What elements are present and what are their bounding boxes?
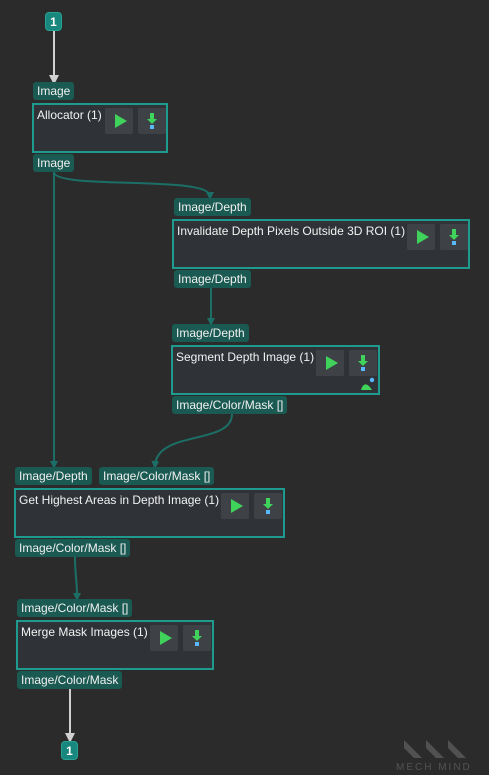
graph-output-badge[interactable]: 1 [61, 741, 78, 760]
mech-mind-watermark: MECH MIND [396, 738, 486, 774]
merge-run-button[interactable] [150, 625, 178, 651]
run-icon [325, 356, 338, 370]
segment-output-port[interactable]: Image/Color/Mask [] [172, 396, 288, 414]
merge-output-port[interactable]: Image/Color/Mask [17, 671, 123, 689]
wire-segment-to-highest [151, 413, 233, 469]
invalidate-input-port[interactable]: Image/Depth [174, 198, 251, 216]
invalidate-output-port[interactable]: Image/Depth [174, 270, 251, 288]
run-icon [159, 631, 172, 645]
mech-mind-logo-icon [404, 740, 466, 758]
segment-node-title: Segment Depth Image (1) [176, 350, 315, 364]
run-icon [114, 114, 127, 128]
segment-input-port[interactable]: Image/Depth [172, 324, 249, 342]
run-icon [416, 230, 429, 244]
highest-areas-node[interactable]: Get Highest Areas in Depth Image (1) [14, 488, 285, 538]
allocator-node[interactable]: Allocator (1) [32, 103, 168, 153]
highest-run-button[interactable] [221, 493, 249, 519]
merge-node-title: Merge Mask Images (1) [21, 625, 148, 639]
watermark-text: MECH MIND [396, 762, 472, 773]
graph-input-badge[interactable]: 1 [45, 12, 62, 31]
highest-output-port[interactable]: Image/Color/Mask [] [15, 539, 131, 557]
download-icon [263, 498, 273, 514]
run-icon [230, 499, 243, 513]
wire-highest-to-merge [72, 556, 81, 601]
highest-input-port-depth[interactable]: Image/Depth [15, 467, 92, 485]
allocator-download-button[interactable] [138, 108, 166, 134]
merge-mask-node[interactable]: Merge Mask Images (1) [16, 620, 214, 670]
segment-depth-node[interactable]: Segment Depth Image (1) [171, 345, 380, 395]
download-icon [147, 113, 157, 129]
invalidate-download-button[interactable] [440, 224, 468, 250]
allocator-node-title: Allocator (1) [37, 108, 102, 122]
download-icon [358, 355, 368, 371]
highest-download-button[interactable] [254, 493, 282, 519]
allocator-run-button[interactable] [105, 108, 133, 134]
highest-input-port-mask[interactable]: Image/Color/Mask [] [99, 467, 215, 485]
merge-input-port[interactable]: Image/Color/Mask [] [17, 599, 133, 617]
download-icon [192, 630, 202, 646]
wire-allocator-to-invalidate [53, 171, 214, 200]
invalidate-depth-node[interactable]: Invalidate Depth Pixels Outside 3D ROI (… [172, 219, 470, 269]
allocator-output-port[interactable]: Image [33, 154, 75, 172]
segment-run-button[interactable] [316, 350, 344, 376]
merge-download-button[interactable] [183, 625, 211, 651]
segment-corner-icon [361, 377, 375, 390]
invalidate-node-title: Invalidate Depth Pixels Outside 3D ROI (… [177, 224, 406, 238]
invalidate-run-button[interactable] [407, 224, 435, 250]
download-icon [449, 229, 459, 245]
segment-download-button[interactable] [349, 350, 377, 376]
highest-node-title: Get Highest Areas in Depth Image (1) [19, 493, 220, 507]
allocator-input-port[interactable]: Image [33, 82, 75, 100]
